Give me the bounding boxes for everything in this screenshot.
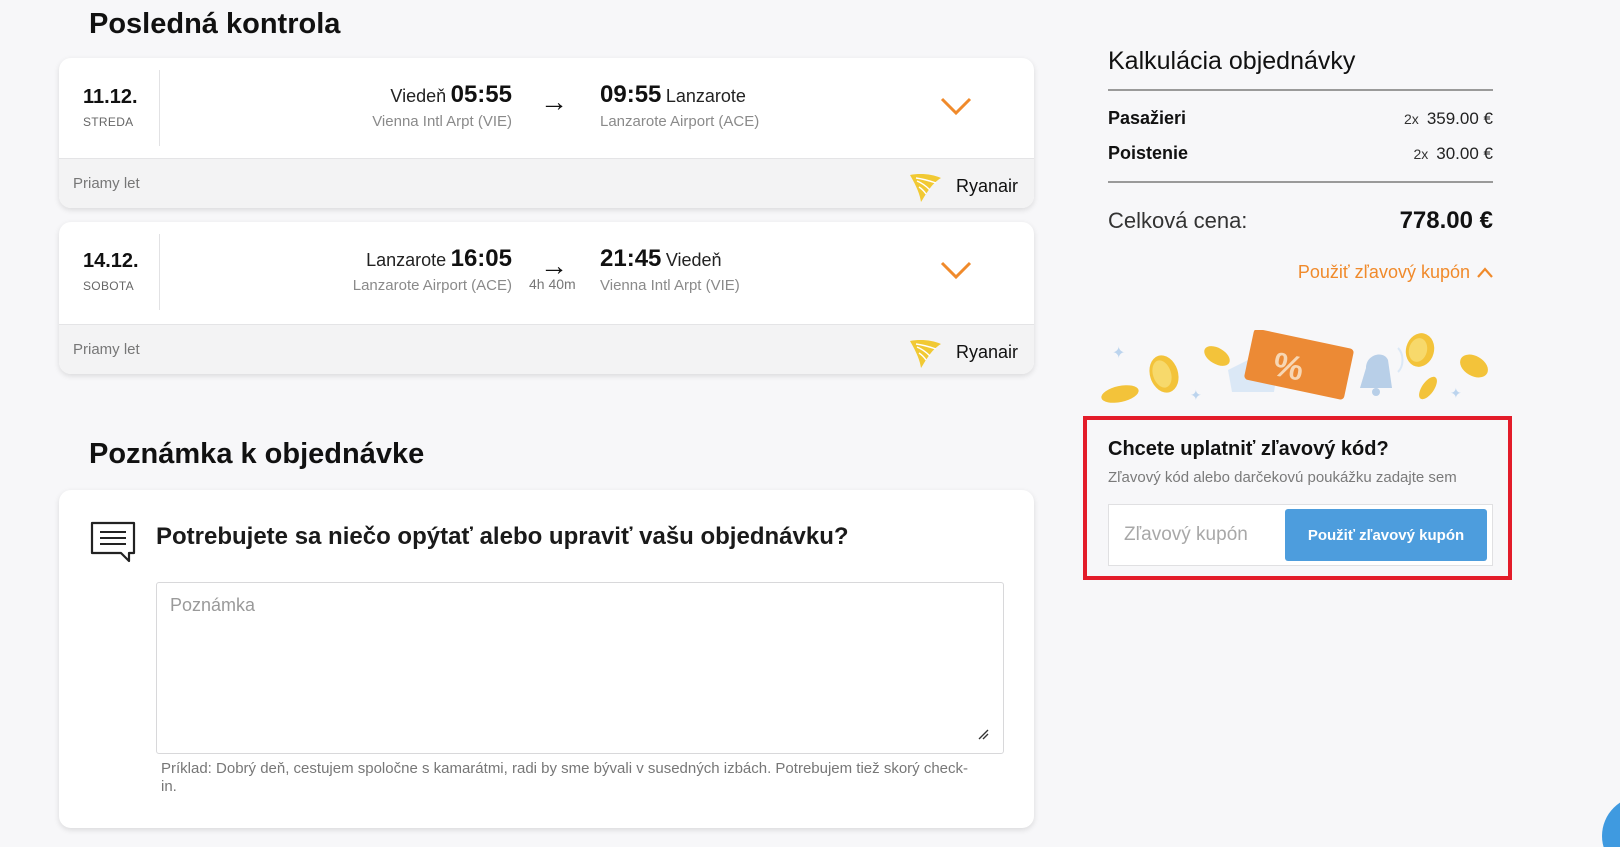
flight-footer: Priamy let Ryanair bbox=[59, 158, 1034, 208]
note-hint: Príklad: Dobrý deň, cestujem spoločne s … bbox=[161, 760, 968, 795]
coupon-toggle-label: Použiť zľavový kupón bbox=[1297, 262, 1470, 282]
ryanair-logo-icon bbox=[909, 174, 941, 202]
price-label: Poistenie bbox=[1108, 143, 1189, 163]
price-row-insurance: Poistenie 2x 30.00 € bbox=[1108, 143, 1493, 164]
flight-weekday: SOBOTA bbox=[83, 279, 134, 293]
departure-info: Lanzarote 16:05 Lanzarote Airport (ACE) bbox=[353, 245, 512, 294]
flight-date-number: 11.12. bbox=[83, 86, 138, 108]
airline: Ryanair bbox=[908, 335, 1018, 369]
price-label: Pasažieri bbox=[1108, 108, 1187, 128]
price-value: 359.00 € bbox=[1426, 109, 1493, 128]
departure-airport: Vienna Intl Arpt (VIE) bbox=[372, 113, 512, 130]
departure-city: Viedeň bbox=[390, 86, 447, 106]
divider bbox=[159, 234, 160, 310]
arrival-city: Lanzarote bbox=[665, 86, 746, 106]
price-value-wrap: 2x 30.00 € bbox=[1413, 144, 1493, 164]
total-value: 778.00 € bbox=[1399, 207, 1493, 234]
chevron-down-icon[interactable] bbox=[939, 94, 973, 118]
departure-airport: Lanzarote Airport (ACE) bbox=[352, 277, 512, 294]
arrival-city: Viedeň bbox=[665, 250, 722, 270]
airline: Ryanair bbox=[908, 169, 1018, 203]
svg-text:✦: ✦ bbox=[1112, 343, 1125, 362]
flight-duration: 4h 40m bbox=[529, 276, 576, 292]
arrival-airport: Vienna Intl Arpt (VIE) bbox=[600, 277, 740, 294]
resize-handle-icon[interactable] bbox=[977, 728, 989, 740]
price-multiplier: 2x bbox=[1413, 146, 1429, 162]
message-icon bbox=[90, 521, 136, 563]
arrival-info: 09:55 Lanzarote Lanzarote Airport (ACE) bbox=[600, 81, 759, 130]
ryanair-logo-icon bbox=[909, 340, 941, 368]
arrival-info: 21:45 Viedeň Vienna Intl Arpt (VIE) bbox=[600, 245, 740, 294]
coupon-title: Chcete uplatniť zľavový kód? bbox=[1108, 438, 1389, 460]
chat-widget-button[interactable] bbox=[1602, 796, 1620, 847]
airline-name: Ryanair bbox=[955, 175, 1018, 196]
svg-text:✦: ✦ bbox=[1190, 388, 1202, 404]
coupon-toggle-link[interactable]: Použiť zľavový kupón bbox=[1298, 262, 1493, 283]
note-question: Potrebujete sa niečo opýtať alebo upravi… bbox=[156, 523, 849, 550]
divider bbox=[159, 70, 160, 146]
departure-info: Viedeň 05:55 Vienna Intl Arpt (VIE) bbox=[372, 81, 512, 130]
departure-city: Lanzarote bbox=[366, 250, 447, 270]
note-section-title: Poznámka k objednávke bbox=[89, 438, 425, 470]
coupon-form-box: Chcete uplatniť zľavový kód? Zľavový kód… bbox=[1083, 416, 1512, 580]
page-title: Posledná kontrola bbox=[89, 8, 341, 40]
price-row-passengers: Pasažieri 2x 359.00 € bbox=[1108, 108, 1493, 129]
svg-text:✦: ✦ bbox=[1450, 386, 1462, 402]
arrival-airport: Lanzarote Airport (ACE) bbox=[600, 113, 760, 130]
apply-coupon-button[interactable]: Použiť zľavový kupón bbox=[1285, 509, 1487, 561]
flight-date: 11.12. STREDA bbox=[83, 86, 138, 129]
total-label: Celková cena: bbox=[1108, 208, 1248, 233]
flight-weekday: STREDA bbox=[83, 115, 134, 129]
flight-date-number: 14.12. bbox=[83, 250, 139, 272]
flight-type: Priamy let bbox=[73, 341, 140, 358]
departure-time: 05:55 bbox=[450, 81, 512, 108]
flight-footer: Priamy let Ryanair bbox=[59, 324, 1034, 374]
price-value-wrap: 2x 359.00 € bbox=[1404, 109, 1493, 129]
coupon-form: Použiť zľavový kupón bbox=[1108, 504, 1493, 566]
total-row: Celková cena: 778.00 € bbox=[1108, 207, 1493, 235]
divider bbox=[1108, 181, 1493, 183]
note-card: Potrebujete sa niečo opýtať alebo upravi… bbox=[59, 490, 1034, 828]
arrival-time: 21:45 bbox=[600, 245, 662, 272]
airline-name: Ryanair bbox=[955, 341, 1018, 362]
chevron-up-icon bbox=[1477, 267, 1493, 278]
chevron-down-icon[interactable] bbox=[939, 258, 973, 282]
coupon-code-input[interactable] bbox=[1109, 505, 1279, 565]
flight-date: 14.12. SOBOTA bbox=[83, 250, 139, 293]
price-multiplier: 2x bbox=[1404, 111, 1419, 127]
divider bbox=[1108, 89, 1493, 91]
calculation-title: Kalkulácia objednávky bbox=[1108, 47, 1356, 75]
coupon-subtitle: Zľavový kód alebo darčekovú poukážku zad… bbox=[1108, 469, 1457, 486]
flight-card-return[interactable]: 14.12. SOBOTA Lanzarote 16:05 Lanzarote … bbox=[59, 222, 1034, 374]
coupon-illustration-icon: ✦ ✦ ✦ % bbox=[1101, 330, 1488, 404]
flight-card-outbound[interactable]: 11.12. STREDA Viedeň 05:55 Vienna Intl A… bbox=[59, 58, 1034, 208]
note-textarea[interactable] bbox=[156, 582, 1004, 754]
flight-type: Priamy let bbox=[73, 175, 140, 192]
arrow-right-icon: → bbox=[540, 86, 568, 117]
departure-time: 16:05 bbox=[450, 245, 512, 272]
price-value: 30.00 € bbox=[1436, 144, 1493, 163]
arrival-time: 09:55 bbox=[600, 81, 662, 108]
